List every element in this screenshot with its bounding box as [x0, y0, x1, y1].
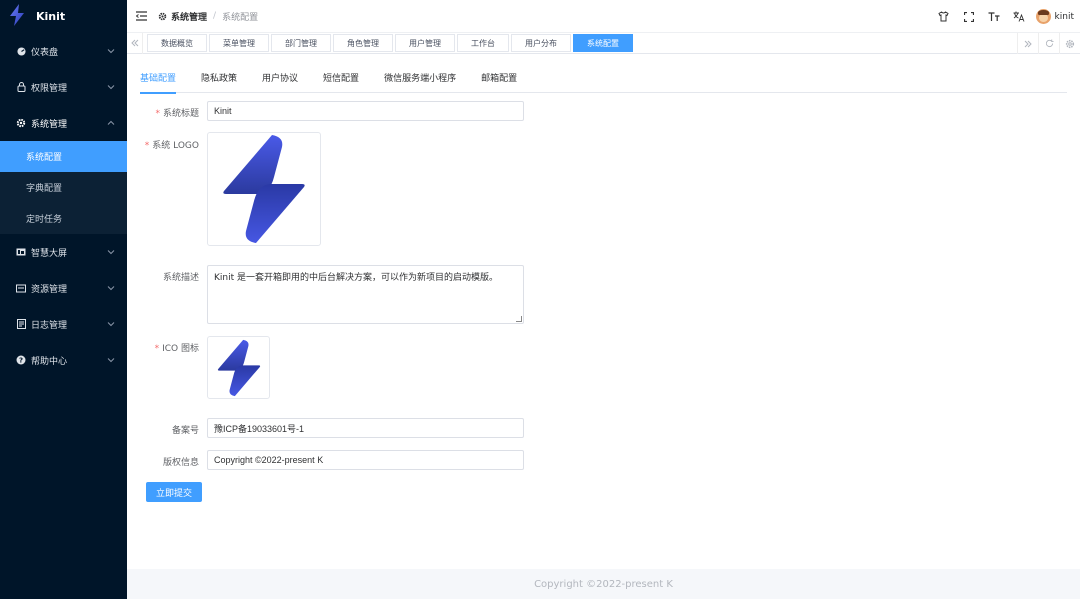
brand-name: Kinit — [36, 10, 66, 23]
top-header: 系统管理 / 系统配置 kinit — [127, 0, 1080, 33]
breadcrumb-parent[interactable]: 系统管理 — [171, 10, 207, 23]
system-description-textarea[interactable]: Kinit 是一套开箱即用的中后台解决方案，可以作为新项目的启动模版。 — [207, 265, 524, 324]
breadcrumb: 系统管理 / 系统配置 — [158, 10, 258, 23]
tab-basic-config[interactable]: 基础配置 — [140, 69, 177, 94]
tab-workbench[interactable]: 工作台 — [457, 34, 509, 52]
chevron-down-icon — [107, 85, 115, 90]
header-actions: kinit — [931, 0, 1074, 33]
settings-icon[interactable] — [1059, 33, 1080, 54]
sidebar-subitem-dict-config[interactable]: 字典配置 — [0, 172, 127, 203]
chevron-down-icon — [107, 322, 115, 327]
tab-user-management[interactable]: 用户管理 — [395, 34, 455, 52]
folder-icon — [16, 283, 26, 293]
description-text: Kinit 是一套开箱即用的中后台解决方案，可以作为新项目的启动模版。 — [214, 273, 498, 283]
submit-button[interactable]: 立即提交 — [146, 482, 202, 502]
page-footer: Copyright ©2022-present K — [127, 569, 1080, 599]
sidebar-item-label: 权限管理 — [31, 83, 68, 94]
icp-label: 备案号 — [171, 426, 199, 436]
font-size-icon[interactable] — [982, 5, 1006, 29]
tab-privacy-policy[interactable]: 隐私政策 — [201, 69, 237, 93]
open-tabs: 数据概览 菜单管理 部门管理 角色管理 用户管理 工作台 用户分布 系统配置 — [147, 34, 635, 52]
brand[interactable]: Kinit — [0, 0, 127, 33]
required-mark: * — [144, 141, 150, 151]
system-title-input[interactable] — [207, 101, 524, 121]
tab-menu-management[interactable]: 菜单管理 — [209, 34, 269, 52]
ico-icon-label: * ICO 图标 — [154, 344, 199, 354]
sidebar-item-resources[interactable]: 资源管理 — [0, 270, 127, 306]
copyright-input[interactable] — [207, 450, 524, 470]
ico-upload[interactable] — [207, 336, 270, 399]
sidebar-item-help[interactable]: ? 帮助中心 — [0, 342, 127, 378]
gear-icon — [16, 118, 26, 128]
chevron-down-icon — [107, 49, 115, 54]
icp-input[interactable] — [207, 418, 524, 438]
chevron-down-icon — [107, 286, 115, 291]
tags-view-bar: 数据概览 菜单管理 部门管理 角色管理 用户管理 工作台 用户分布 系统配置 — [127, 32, 1080, 54]
chevron-down-icon — [107, 358, 115, 363]
scroll-left-icon[interactable] — [127, 32, 143, 54]
sidebar-item-label: 系统管理 — [31, 119, 68, 130]
breadcrumb-separator: / — [213, 11, 217, 21]
avatar[interactable] — [1035, 9, 1051, 24]
tab-user-agreement[interactable]: 用户协议 — [262, 69, 298, 93]
svg-text:?: ? — [19, 357, 23, 365]
username[interactable]: kinit — [1055, 12, 1074, 22]
sidebar-item-permission[interactable]: 权限管理 — [0, 69, 127, 105]
document-icon — [16, 319, 26, 329]
sidebar-item-label: 帮助中心 — [31, 356, 68, 367]
tab-sms-config[interactable]: 短信配置 — [323, 69, 359, 93]
kinit-ico-image — [217, 339, 260, 396]
copyright-label: 版权信息 — [162, 458, 199, 468]
required-mark: * — [154, 344, 160, 354]
config-tabs: 基础配置 隐私政策 用户协议 短信配置 微信服务端小程序 邮箱配置 — [140, 69, 1067, 94]
tab-system-config[interactable]: 系统配置 — [573, 34, 633, 52]
tab-role-management[interactable]: 角色管理 — [333, 34, 393, 52]
tab-wechat-miniprogram[interactable]: 微信服务端小程序 — [384, 69, 456, 93]
system-logo-label: * 系统 LOGO — [144, 141, 199, 151]
system-description-label: 系统描述 — [162, 273, 199, 283]
screen-icon — [16, 247, 26, 257]
chevron-down-icon — [107, 250, 115, 255]
tab-email-config[interactable]: 邮箱配置 — [481, 69, 517, 93]
system-title-label: * 系统标题 — [155, 109, 199, 119]
lock-icon — [16, 82, 26, 92]
gear-icon — [158, 12, 167, 20]
tags-bar-actions — [1017, 33, 1080, 54]
tab-department-management[interactable]: 部门管理 — [271, 34, 331, 52]
translate-icon[interactable] — [1007, 5, 1031, 29]
sidebar-item-dashboard[interactable]: 仪表盘 — [0, 33, 127, 69]
sidebar-item-label: 智慧大屏 — [31, 248, 68, 259]
required-mark: * — [155, 109, 160, 119]
refresh-icon[interactable] — [1038, 33, 1059, 54]
tab-user-distribution[interactable]: 用户分布 — [511, 34, 571, 52]
fullscreen-icon[interactable] — [957, 5, 981, 29]
sidebar-subitem-system-config[interactable]: 系统配置 — [0, 141, 127, 172]
sidebar-item-logs[interactable]: 日志管理 — [0, 306, 127, 342]
sidebar-item-label: 仪表盘 — [31, 47, 59, 58]
sidebar-item-label: 资源管理 — [31, 284, 68, 295]
kinit-logo-image — [223, 135, 305, 243]
sidebar-subitem-scheduled-tasks[interactable]: 定时任务 — [0, 203, 127, 234]
chevron-up-icon — [107, 120, 115, 125]
sidebar: Kinit 仪表盘 权限管理 系统管理 系统配置 字典配置 定时任务 智慧大屏 … — [0, 0, 127, 599]
scroll-right-icon[interactable] — [1017, 33, 1038, 54]
logo-upload[interactable] — [207, 132, 321, 246]
kinit-logo-icon — [8, 4, 26, 29]
theme-shirt-icon[interactable] — [932, 5, 956, 29]
breadcrumb-current: 系统配置 — [222, 12, 259, 23]
sidebar-item-big-screen[interactable]: 智慧大屏 — [0, 234, 127, 270]
dashboard-icon — [16, 46, 26, 56]
main-content: 基础配置 隐私政策 用户协议 短信配置 微信服务端小程序 邮箱配置 * 系统标题 … — [127, 55, 1080, 568]
resize-handle[interactable] — [516, 316, 522, 322]
help-icon: ? — [16, 355, 26, 365]
collapse-menu-icon[interactable] — [134, 9, 148, 23]
sidebar-item-system[interactable]: 系统管理 — [0, 105, 127, 141]
tab-data-overview[interactable]: 数据概览 — [147, 34, 207, 52]
system-submenu: 系统配置 字典配置 定时任务 — [0, 141, 127, 234]
sidebar-item-label: 日志管理 — [31, 320, 68, 331]
